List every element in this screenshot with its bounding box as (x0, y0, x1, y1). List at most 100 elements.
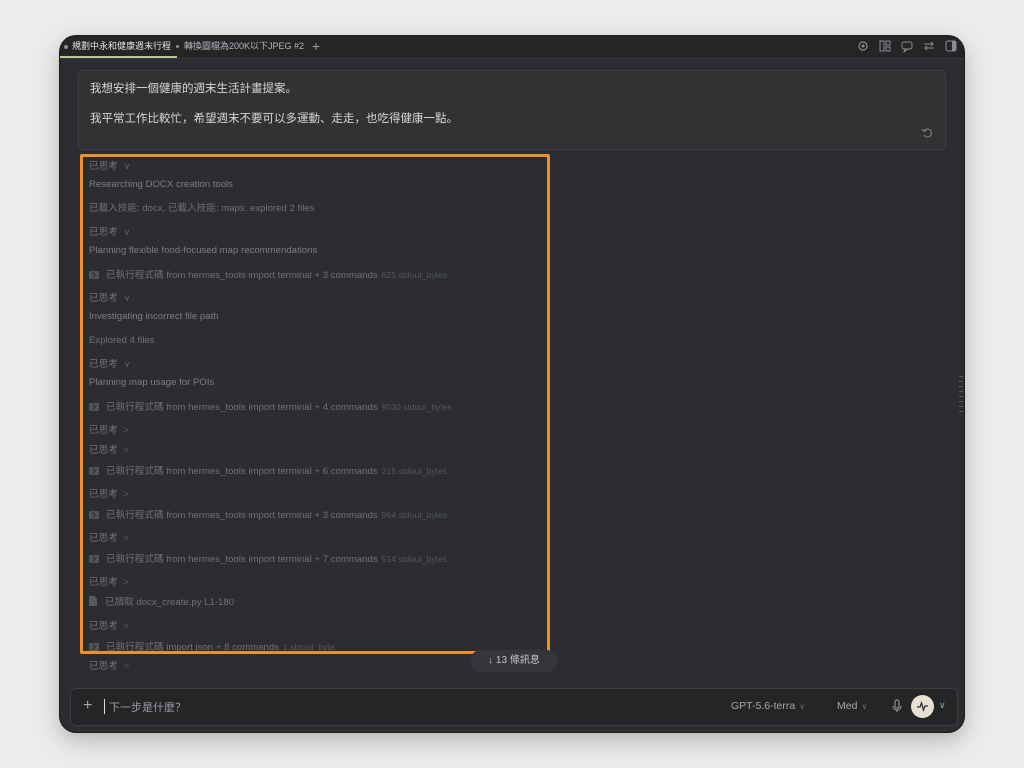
terminal-icon (89, 403, 99, 411)
activity-log: 已思考 ∨ Researching DOCX creation tools 已載入技能… (89, 158, 549, 662)
thought-label: 已思考 (89, 621, 118, 632)
chevron-right-icon: > (123, 621, 130, 631)
thought-label: 已思考 (89, 161, 118, 172)
command-item[interactable]: 已執行程式碼 from hermes_tools import terminal… (89, 550, 549, 574)
reasoning-heading: Investigating incorrect file path (89, 311, 219, 322)
reasoning-heading: Researching DOCX creation tools (89, 179, 233, 190)
sidebar-icon[interactable] (944, 39, 958, 53)
user-message-line: 我想安排一個健康的週末生活計畫提案。 (90, 83, 297, 95)
tab-label: 轉換圖檔為200K以下JPEG #2 (184, 41, 305, 51)
chevron-down-icon: ∨ (123, 293, 131, 303)
command-label: 已執行程式碼 from hermes_tools import terminal… (106, 402, 378, 413)
chevron-down-icon: ∨ (861, 702, 868, 711)
layout-icon[interactable] (878, 39, 892, 53)
model-label: GPT-5.6-terra (731, 700, 796, 712)
thought-toggle[interactable]: 已思考 > (89, 422, 549, 442)
tab-dot-icon (176, 45, 179, 49)
attach-button[interactable]: + (83, 697, 92, 715)
terminal-icon (89, 643, 99, 651)
command-label: 已執行程式碼 from hermes_tools import terminal… (106, 554, 378, 565)
chevron-right-icon: > (123, 533, 130, 543)
thought-label: 已思考 (89, 489, 118, 500)
new-tab-button[interactable]: + (312, 38, 320, 54)
chevron-down-icon: ∨ (123, 161, 131, 171)
scroll-markers (959, 376, 963, 416)
command-label: 已執行程式碼 from hermes_tools import terminal… (106, 270, 378, 281)
command-label: 已執行程式碼 from hermes_tools import terminal… (106, 510, 378, 521)
user-message: 我想安排一個健康的週末生活計畫提案。 我平常工作比較忙，希望週末不要可以多運動、… (78, 70, 946, 150)
thought-toggle[interactable]: 已思考 > (89, 530, 549, 550)
effort-label: Med (837, 700, 858, 712)
chevron-down-icon[interactable]: ∨ (939, 700, 946, 711)
command-item[interactable]: 已執行程式碼 from hermes_tools import terminal… (89, 398, 549, 422)
stdout-size: 1 stdout_byte (283, 642, 335, 652)
activity-item[interactable]: 已載入技能: docx, 已載入技能: maps, explored 2 fil… (89, 200, 549, 224)
command-item[interactable]: 已執行程式碼 from hermes_tools import terminal… (89, 266, 549, 290)
thought-toggle[interactable]: 已思考 > (89, 442, 549, 462)
text-caret (104, 699, 105, 714)
terminal-icon (89, 555, 99, 563)
terminal-icon (89, 271, 99, 279)
activity-item[interactable]: Explored 4 files (89, 332, 549, 356)
chevron-down-icon: ∨ (123, 227, 131, 237)
chevron-right-icon: > (123, 489, 130, 499)
stdout-size: 514 stdout_bytes (381, 554, 448, 564)
toolbar-icons (856, 39, 958, 54)
model-selector[interactable]: GPT-5.6-terra ∨ (731, 700, 805, 712)
tab-label: 規劃中永和健康週末行程 (72, 41, 172, 51)
thought-label: 已思考 (89, 661, 118, 672)
file-read-label: 已讀取 docx_create.py L1-180 (105, 597, 235, 608)
user-message-line: 我平常工作比較忙，希望週末不要可以多運動、走走，也吃得健康一點。 (90, 113, 458, 125)
effort-selector[interactable]: Med ∨ (837, 700, 867, 712)
thought-label: 已思考 (89, 533, 118, 544)
tab-second[interactable]: 轉換圖檔為200K以下JPEG #2 (176, 36, 304, 58)
tab-dot-icon (64, 44, 68, 49)
new-messages-badge[interactable]: ↓ 13 條訊息 (470, 650, 558, 672)
prompt-input[interactable] (107, 698, 411, 718)
thought-toggle[interactable]: 已思考 ∨ (89, 224, 549, 244)
settings-icon[interactable] (856, 39, 870, 53)
terminal-icon (89, 511, 99, 519)
stdout-size: 9030 stdout_bytes (381, 402, 452, 412)
undo-icon[interactable] (921, 127, 933, 139)
thought-label: 已思考 (89, 227, 118, 238)
tab-bar: 規劃中永和健康週末行程 轉換圖檔為200K以下JPEG #2 + (60, 36, 964, 59)
app-window: 規劃中永和健康週末行程 轉換圖檔為200K以下JPEG #2 + 我想安排一個健… (60, 36, 964, 732)
composer: + GPT-5.6-terra∨ Med∨ ∨ (70, 688, 958, 726)
command-label: 已執行程式碼 import json + 8 commands (106, 642, 280, 653)
reasoning-heading: Planning flexible food-focused map recom… (89, 245, 318, 256)
thought-toggle[interactable]: 已思考 ∨ (89, 356, 549, 376)
chevron-down-icon: ∨ (123, 359, 131, 369)
stdout-size: 625 stdout_bytes (381, 270, 448, 280)
command-item[interactable]: 已執行程式碼 from hermes_tools import terminal… (89, 506, 549, 530)
command-label: 已執行程式碼 from hermes_tools import terminal… (106, 466, 378, 477)
chevron-right-icon: > (123, 445, 130, 455)
thought-toggle[interactable]: 已思考 > (89, 618, 549, 638)
stdout-size: 215 stdout_bytes (381, 466, 448, 476)
chevron-down-icon: ∨ (799, 702, 806, 711)
thought-label: 已思考 (89, 293, 118, 304)
stdout-size: 964 stdout_bytes (381, 510, 448, 520)
terminal-icon (89, 467, 99, 475)
thought-toggle[interactable]: 已思考 > (89, 574, 549, 594)
thought-label: 已思考 (89, 359, 118, 370)
thought-toggle[interactable]: 已思考 > (89, 486, 549, 506)
file-read-item[interactable]: 已讀取 docx_create.py L1-180 (89, 594, 549, 618)
file-icon (89, 596, 97, 606)
thought-toggle[interactable]: 已思考 ∨ (89, 158, 549, 178)
thought-label: 已思考 (89, 577, 118, 588)
thought-label: 已思考 (89, 425, 118, 436)
thought-label: 已思考 (89, 445, 118, 456)
chevron-right-icon: > (123, 577, 130, 587)
chat-icon[interactable] (900, 39, 914, 54)
command-item[interactable]: 已執行程式碼 from hermes_tools import terminal… (89, 462, 549, 486)
reasoning-heading: Planning map usage for POIs (89, 377, 215, 388)
thought-toggle[interactable]: 已思考 > (89, 658, 129, 672)
mic-icon[interactable] (891, 698, 903, 714)
chevron-right-icon: > (123, 661, 130, 672)
swap-icon[interactable] (922, 39, 936, 53)
thought-toggle[interactable]: 已思考 ∨ (89, 290, 549, 310)
tab-active[interactable]: 規劃中永和健康週末行程 (60, 36, 178, 58)
chevron-right-icon: > (123, 425, 130, 435)
voice-icon[interactable] (911, 695, 934, 718)
